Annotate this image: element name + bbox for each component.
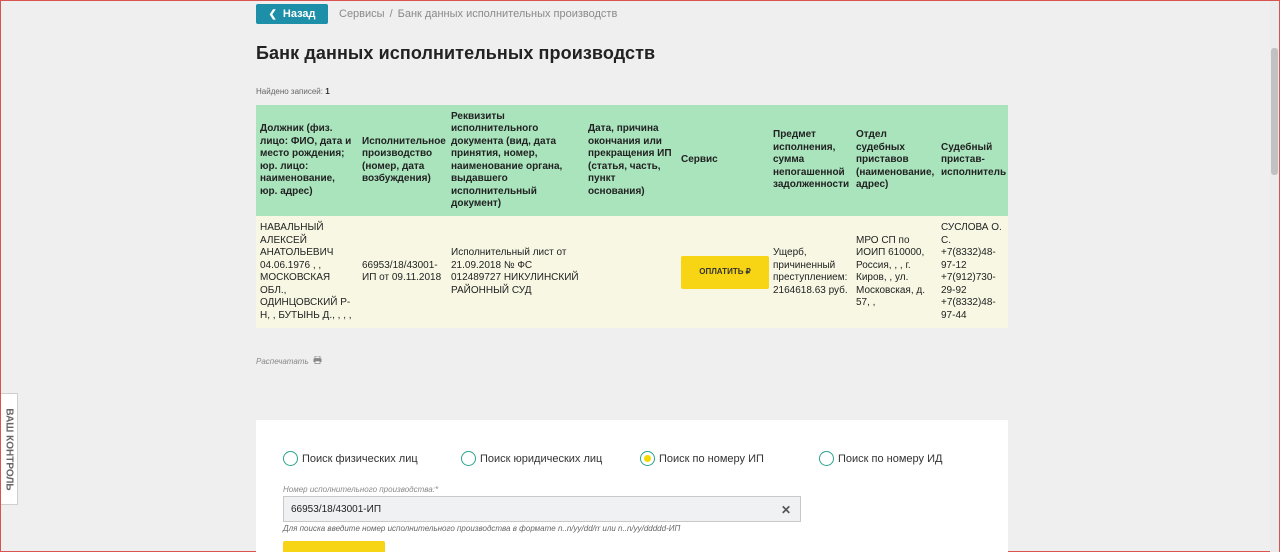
printer-icon xyxy=(313,355,322,366)
print-link[interactable]: Распечатать xyxy=(256,355,322,366)
cell-service: ОПЛАТИТЬ ₽ xyxy=(677,216,769,328)
breadcrumb-services[interactable]: Сервисы xyxy=(339,8,385,20)
cell-department: МРО СП по ИОИП 610000, Россия, , , г. Ки… xyxy=(852,216,937,328)
cell-bailiff: СУСЛОВА О. С. +7(8332)48-97-12 +7(912)73… xyxy=(937,216,1008,328)
chevron-left-icon: ❮ xyxy=(268,8,277,20)
header-department: Отдел судебных приставов (наименование, … xyxy=(852,105,937,216)
cell-end-date xyxy=(584,216,677,328)
header-subject: Предмет исполнения, сумма непогашенной з… xyxy=(769,105,852,216)
cell-subject: Ущерб, причиненный преступлением: 216461… xyxy=(769,216,852,328)
top-bar: ❮ Назад Сервисы / Банк данных исполнител… xyxy=(256,3,617,25)
radio-legal-entities-label: Поиск юридических лиц xyxy=(480,452,603,465)
table-row: НАВАЛЬНЫЙ АЛЕКСЕЙ АНАТОЛЬЕВИЧ 04.06.1976… xyxy=(256,216,1008,328)
header-end-date: Дата, причина окончания или прекращения … xyxy=(584,105,677,216)
header-document: Реквизиты исполнительного документа (вид… xyxy=(447,105,584,216)
search-submit-button[interactable] xyxy=(283,541,385,552)
scrollbar[interactable] xyxy=(1270,1,1279,552)
radio-id-number-circle[interactable] xyxy=(819,451,834,466)
results-table: Должник (физ. лицо: ФИО, дата и место ро… xyxy=(256,105,1008,328)
scrollbar-thumb[interactable] xyxy=(1271,48,1278,175)
radio-ip-number-label: Поиск по номеру ИП xyxy=(659,452,764,465)
clear-icon[interactable]: ✕ xyxy=(781,503,791,517)
back-button[interactable]: ❮ Назад xyxy=(256,4,328,24)
radio-id-number[interactable]: Поиск по номеру ИД xyxy=(819,451,959,466)
format-hint: Для поиска введите номер исполнительного… xyxy=(283,524,681,533)
radio-ip-number[interactable]: Поиск по номеру ИП xyxy=(640,451,819,466)
breadcrumb-current: Банк данных исполнительных производств xyxy=(397,8,618,20)
found-records-label: Найдено записей: xyxy=(256,87,323,96)
radio-ip-number-circle[interactable] xyxy=(640,451,655,466)
radio-individuals-label: Поиск физических лиц xyxy=(302,452,418,465)
cell-debtor: НАВАЛЬНЫЙ АЛЕКСЕЙ АНАТОЛЬЕВИЧ 04.06.1976… xyxy=(256,216,358,328)
breadcrumb-separator: / xyxy=(389,8,393,20)
feedback-side-tab[interactable]: ВАШ КОНТРОЛЬ xyxy=(1,393,18,505)
print-label: Распечатать xyxy=(256,356,309,366)
page-title: Банк данных исполнительных производств xyxy=(256,43,656,63)
radio-individuals-circle[interactable] xyxy=(283,451,298,466)
header-bailiff: Судебный пристав-исполнитель xyxy=(937,105,1008,216)
radio-id-number-label: Поиск по номеру ИД xyxy=(838,452,943,465)
radio-individuals[interactable]: Поиск физических лиц xyxy=(283,451,461,466)
pay-button[interactable]: ОПЛАТИТЬ ₽ xyxy=(681,255,769,289)
radio-legal-entities[interactable]: Поиск юридических лиц xyxy=(461,451,640,466)
proceeding-number-label: Номер исполнительного производства:* xyxy=(283,485,439,494)
search-type-radios: Поиск физических лиц Поиск юридических л… xyxy=(283,451,959,466)
cell-proceeding: 66953/18/43001-ИП от 09.11.2018 xyxy=(358,216,447,328)
found-records-count: 1 xyxy=(325,87,330,96)
header-service: Сервис xyxy=(677,105,769,216)
cell-document: Исполнительный лист от 21.09.2018 № ФС 0… xyxy=(447,216,584,328)
header-proceeding: Исполнительное производство (номер, дата… xyxy=(358,105,447,216)
found-records: Найдено записей: 1 xyxy=(256,87,330,96)
back-button-label: Назад xyxy=(282,8,316,20)
proceeding-number-input[interactable]: 66953/18/43001-ИП ✕ xyxy=(283,496,801,522)
proceeding-number-value: 66953/18/43001-ИП xyxy=(291,503,381,515)
table-header-row: Должник (физ. лицо: ФИО, дата и место ро… xyxy=(256,105,1008,216)
radio-legal-entities-circle[interactable] xyxy=(461,451,476,466)
breadcrumb: Сервисы / Банк данных исполнительных про… xyxy=(339,8,617,20)
header-debtor: Должник (физ. лицо: ФИО, дата и место ро… xyxy=(256,105,358,216)
side-tab-label: ВАШ КОНТРОЛЬ xyxy=(3,408,15,491)
search-panel: Поиск физических лиц Поиск юридических л… xyxy=(256,420,1008,552)
